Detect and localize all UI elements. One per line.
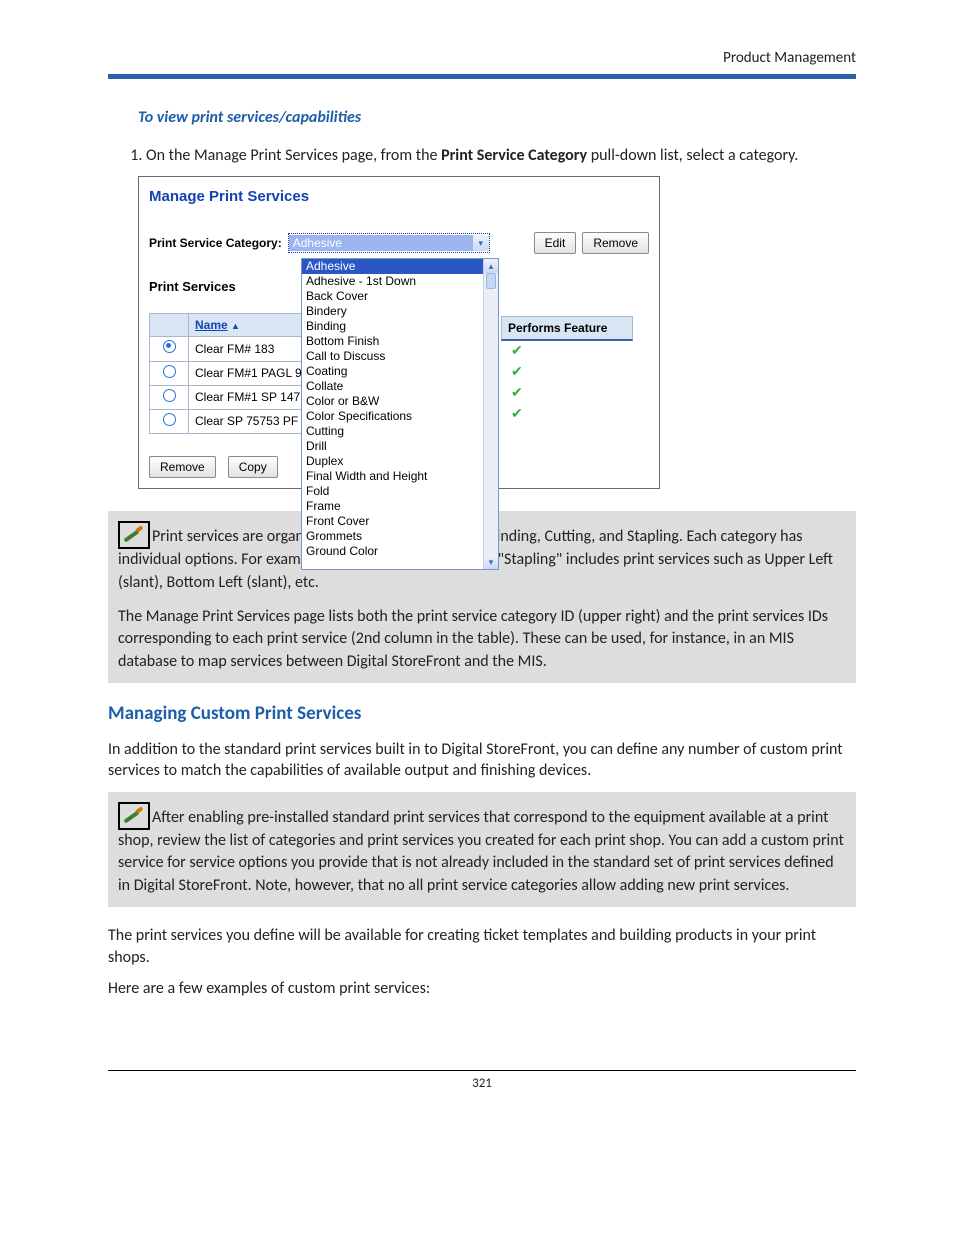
- dropdown-option[interactable]: Back Cover: [302, 289, 484, 304]
- page-number: 321: [108, 1070, 856, 1093]
- category-combobox[interactable]: Adhesive ▾: [288, 233, 490, 253]
- remove-service-button[interactable]: Remove: [149, 456, 216, 478]
- dropdown-option[interactable]: Bindery: [302, 304, 484, 319]
- name-column-header[interactable]: Name: [195, 318, 228, 332]
- dropdown-option[interactable]: Binding: [302, 319, 484, 334]
- performs-feature-column: ✔ ✔ ✔ ✔: [501, 340, 631, 424]
- sort-asc-icon: ▲: [231, 321, 240, 331]
- dropdown-option[interactable]: Color Specifications: [302, 409, 484, 424]
- dropdown-option[interactable]: Fold: [302, 484, 484, 499]
- radio-unselected-icon[interactable]: [163, 389, 176, 402]
- dropdown-option[interactable]: Call to Discuss: [302, 349, 484, 364]
- dropdown-option[interactable]: Cutting: [302, 424, 484, 439]
- note-text: After enabling pre-installed standard pr…: [118, 808, 844, 895]
- dropdown-option[interactable]: Color or B&W: [302, 394, 484, 409]
- dropdown-option[interactable]: Frame: [302, 499, 484, 514]
- radio-unselected-icon[interactable]: [163, 365, 176, 378]
- chevron-down-icon[interactable]: ▾: [472, 235, 489, 251]
- dropdown-option[interactable]: Ground Color: [302, 544, 484, 559]
- header-rule: [108, 74, 856, 79]
- step-1: On the Manage Print Services page, from …: [146, 145, 856, 167]
- copy-service-button[interactable]: Copy: [228, 456, 278, 478]
- dropdown-option[interactable]: Collate: [302, 379, 484, 394]
- step-1-bold: Print Service Category: [441, 146, 587, 165]
- dropdown-option[interactable]: Front Cover: [302, 514, 484, 529]
- edit-button[interactable]: Edit: [534, 232, 577, 254]
- dropdown-option[interactable]: Final Width and Height: [302, 469, 484, 484]
- manage-print-services-panel: Manage Print Services Print Service Cate…: [138, 176, 660, 489]
- dropdown-option[interactable]: Adhesive - 1st Down: [302, 274, 484, 289]
- dropdown-scrollbar[interactable]: ▴ ▾: [483, 259, 498, 569]
- step-heading: To view print services/capabilities: [138, 107, 856, 129]
- check-icon: ✔: [501, 361, 631, 382]
- check-icon: ✔: [501, 382, 631, 403]
- dropdown-option[interactable]: Adhesive: [302, 259, 484, 274]
- step-1-prefix: On the Manage Print Services page, from …: [146, 146, 441, 165]
- scroll-thumb[interactable]: [486, 273, 496, 289]
- step-list: On the Manage Print Services page, from …: [118, 145, 856, 167]
- body-paragraph: Here are a few examples of custom print …: [108, 978, 856, 1000]
- body-paragraph: The print services you define will be av…: [108, 925, 856, 968]
- note-icon: [118, 802, 150, 830]
- scroll-down-icon[interactable]: ▾: [484, 555, 498, 569]
- step-1-suffix: pull-down list, select a category.: [587, 146, 798, 165]
- check-icon: ✔: [501, 403, 631, 424]
- running-header: Product Management: [108, 48, 856, 74]
- category-dropdown-list[interactable]: AdhesiveAdhesive - 1st DownBack CoverBin…: [301, 258, 499, 570]
- radio-unselected-icon[interactable]: [163, 413, 176, 426]
- section-heading: Managing Custom Print Services: [108, 701, 856, 727]
- radio-selected-icon[interactable]: [163, 340, 176, 353]
- dropdown-option[interactable]: Drill: [302, 439, 484, 454]
- performs-feature-header: Performs Feature: [501, 316, 633, 341]
- dropdown-option[interactable]: Bottom Finish: [302, 334, 484, 349]
- check-icon: ✔: [501, 340, 631, 361]
- scroll-up-icon[interactable]: ▴: [484, 259, 498, 273]
- category-selected-value: Adhesive: [289, 235, 472, 251]
- panel-title: Manage Print Services: [139, 177, 659, 231]
- dropdown-option[interactable]: Grommets: [302, 529, 484, 544]
- dropdown-option[interactable]: Duplex: [302, 454, 484, 469]
- category-label: Print Service Category:: [149, 235, 282, 251]
- remove-category-button[interactable]: Remove: [582, 232, 649, 254]
- note-callout: After enabling pre-installed standard pr…: [108, 792, 856, 907]
- note-icon: [118, 521, 150, 549]
- note-text: The Manage Print Services page lists bot…: [118, 606, 846, 673]
- dropdown-option[interactable]: Coating: [302, 364, 484, 379]
- body-paragraph: In addition to the standard print servic…: [108, 739, 856, 782]
